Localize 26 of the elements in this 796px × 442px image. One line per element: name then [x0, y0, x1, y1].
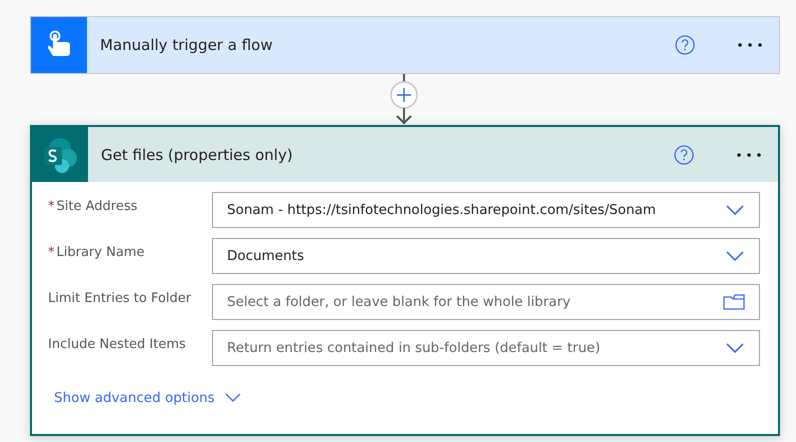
more-icon — [737, 42, 763, 48]
required-mark: * — [48, 199, 54, 214]
field-label: Limit Entries to Folder — [48, 291, 192, 306]
input-field[interactable]: Select a folder, or leave blank for the whole library — [212, 284, 760, 320]
field-label: Site Address — [56, 199, 138, 214]
help-button[interactable] — [675, 35, 695, 55]
dropdown-field[interactable]: Documents — [212, 238, 760, 274]
chevron-down-icon — [224, 393, 241, 403]
more-icon — [736, 152, 762, 158]
dropdown-field[interactable]: Return entries contained in sub-folders (default = true) — [212, 330, 760, 366]
more-button[interactable] — [737, 42, 763, 48]
chevron-down-icon — [725, 204, 745, 216]
help-icon — [674, 144, 694, 164]
required-mark: * — [48, 245, 54, 260]
folder-icon — [723, 294, 745, 310]
field-label: Library Name — [56, 245, 144, 260]
help-button[interactable] — [674, 144, 694, 164]
show-advanced-options-link[interactable]: Show advanced options — [54, 390, 215, 406]
chevron-down-icon — [725, 342, 745, 354]
chevron-down-icon — [725, 250, 745, 262]
card-title: Get files (properties only) — [101, 146, 294, 164]
field-label: Include Nested Items — [48, 337, 186, 352]
more-button[interactable] — [736, 152, 762, 158]
card-title: Manually trigger a flow — [100, 36, 274, 54]
dropdown-field[interactable]: Sonam - https://tsinfotechnologies.sharepoint.com/sites/Sonam — [212, 192, 760, 228]
help-icon — [675, 35, 695, 55]
